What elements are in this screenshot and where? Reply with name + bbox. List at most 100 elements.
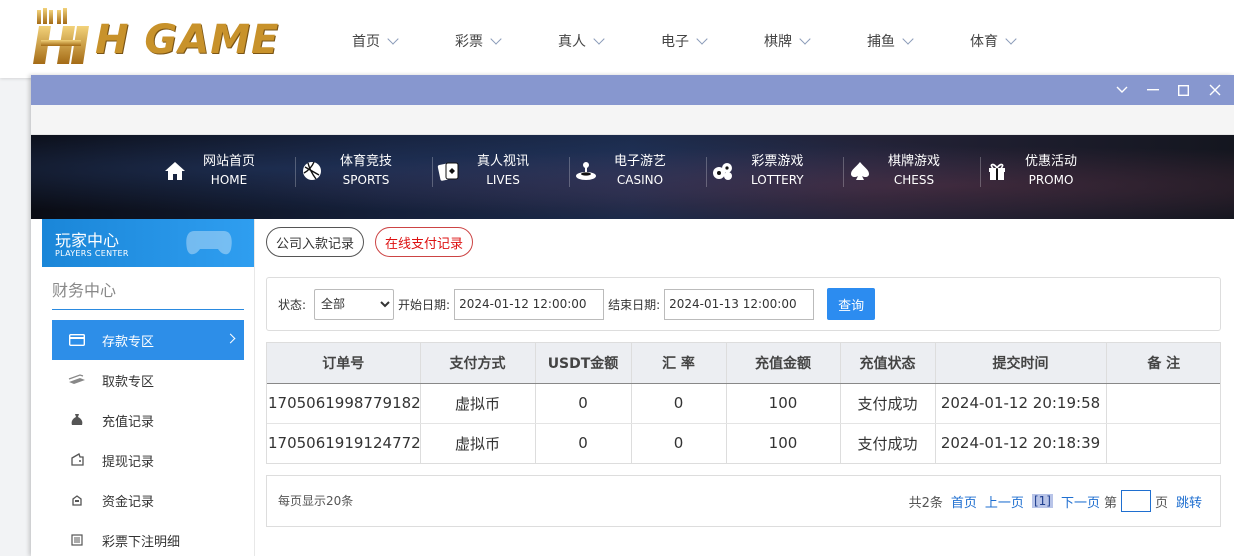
cash-icon — [68, 371, 86, 389]
finance-menu: 存款专区 取款专区 充值记录 提现记录 资金记录 彩票下注明细 — [42, 320, 254, 556]
chevron-down-icon — [1116, 86, 1127, 93]
total-count: 共2条 — [908, 495, 943, 511]
cell-exchange-rate: 0 — [631, 383, 727, 424]
banner-nav-home[interactable]: 网站首页 HOME — [159, 153, 296, 189]
goto-suffix: 页 — [1154, 495, 1168, 511]
cell-recharge-amount: 100 — [726, 383, 841, 424]
banner-nav-lottery[interactable]: 彩票游戏 LOTTERY — [706, 153, 844, 189]
window-titlebar[interactable] — [31, 75, 1234, 105]
minimize-button[interactable] — [1137, 75, 1168, 105]
cell-usdt-amount: 0 — [535, 383, 632, 424]
banner-nav-cn: 棋牌游戏 — [888, 154, 941, 169]
sidebar-item-withdraw[interactable]: 取款专区 — [52, 360, 244, 400]
player-center-subtitle: PLAYERS CENTER — [55, 249, 129, 258]
col-order-no: 订单号 — [267, 343, 421, 384]
logo[interactable]: H GAME — [33, 8, 303, 66]
top-nav-live[interactable]: 真人 — [558, 31, 661, 51]
banner-nav-en: LIVES — [486, 173, 520, 187]
banner-nav-cn: 网站首页 — [203, 154, 256, 169]
col-recharge-amount: 充值金额 — [726, 343, 841, 384]
cell-order-no: 1705061919124772 — [267, 423, 421, 463]
collapse-window-button[interactable] — [1106, 75, 1137, 105]
home-icon — [163, 159, 187, 183]
banner-nav-bar: 网站首页 HOME 体育竞技 SPORTS 真人视讯 LIVES 电子游艺 CASINO — [31, 135, 1234, 219]
banner-nav-cn: 真人视讯 — [477, 154, 530, 169]
tab-online-payment-records[interactable]: 在线支付记录 — [375, 227, 474, 257]
ball-icon — [300, 159, 324, 183]
start-date-input[interactable] — [454, 288, 605, 320]
banner-nav-en: LOTTERY — [751, 173, 804, 187]
top-nav-chess[interactable]: 棋牌 — [764, 31, 867, 51]
status-select[interactable]: 全部 — [314, 288, 395, 320]
start-date-label: 开始日期: — [398, 297, 451, 312]
first-page-link[interactable]: 首页 — [951, 492, 977, 511]
chevron-down-icon — [799, 33, 811, 45]
banner-nav-sports[interactable]: 体育竞技 SPORTS — [295, 153, 433, 189]
top-nav-label: 棋牌 — [764, 34, 792, 50]
sidebar-item-label: 提现记录 — [102, 454, 155, 470]
per-page-text: 每页显示20条 — [278, 494, 354, 508]
goto-page-input[interactable] — [1120, 490, 1151, 512]
records-table: 订单号 支付方式 USDT金额 汇 率 充值金额 充值状态 提交时间 备 注 1 — [266, 342, 1221, 464]
top-nav-label: 体育 — [970, 34, 998, 50]
coins-icon — [68, 491, 86, 509]
player-center-title: 玩家中心 — [55, 231, 120, 250]
next-page-link[interactable]: 下一页 — [1061, 492, 1100, 511]
banner-nav-chess[interactable]: 棋牌游戏 CHESS — [843, 153, 981, 189]
sidebar-item-fund-records[interactable]: 资金记录 — [52, 480, 244, 520]
cell-remark — [1106, 383, 1220, 424]
top-nav-electronic[interactable]: 电子 — [661, 31, 764, 51]
sidebar-item-label: 彩票下注明细 — [102, 534, 181, 550]
banner-nav-en: PROMO — [1028, 173, 1074, 187]
finance-center-title: 财务中心 — [52, 277, 244, 310]
sidebar-item-deposit[interactable]: 存款专区 — [52, 320, 244, 360]
banner-nav-lives[interactable]: 真人视讯 LIVES — [432, 153, 570, 189]
sidebar-item-lottery-bets[interactable]: 彩票下注明细 — [52, 520, 244, 556]
joystick-icon — [574, 159, 598, 183]
chevron-down-icon — [902, 33, 914, 45]
site-header: H GAME 首页 彩票 真人 电子 棋牌 捕鱼 体育 — [0, 0, 1234, 78]
lottery-balls-icon — [711, 159, 735, 183]
top-nav-lottery[interactable]: 彩票 — [455, 31, 558, 51]
banner-nav-cn: 体育竞技 — [340, 154, 393, 169]
chevron-down-icon — [593, 33, 605, 45]
cell-submit-time: 2024-01-12 20:19:58 — [935, 383, 1107, 424]
close-button[interactable] — [1199, 75, 1230, 105]
prev-page-link[interactable]: 上一页 — [985, 492, 1024, 511]
cell-usdt-amount: 0 — [535, 423, 632, 463]
banner-nav-en: HOME — [210, 173, 248, 187]
card-icon — [68, 331, 86, 349]
end-date-label: 结束日期: — [608, 297, 661, 312]
tab-company-deposit-records[interactable]: 公司入款记录 — [266, 227, 365, 257]
banner-nav-en: SPORTS — [342, 173, 390, 187]
top-nav-sports[interactable]: 体育 — [970, 31, 1073, 51]
chevron-down-icon — [490, 33, 502, 45]
top-nav-fishing[interactable]: 捕鱼 — [867, 31, 970, 51]
minimize-icon — [1146, 89, 1159, 91]
banner-nav-promo[interactable]: 优惠活动 PROMO — [980, 153, 1118, 189]
sidebar-item-recharge-records[interactable]: 充值记录 — [52, 400, 244, 440]
cell-payment-method: 虚拟币 — [420, 383, 536, 424]
cell-submit-time: 2024-01-12 20:18:39 — [935, 423, 1107, 463]
main-panel: 公司入款记录 在线支付记录 状态: 全部 开始日期: 结束日期: 查询 — [266, 219, 1234, 556]
spade-icon — [848, 159, 872, 183]
sidebar: 玩家中心 PLAYERS CENTER 财务中心 存款专区 取款专区 充值记录 — [42, 219, 255, 556]
sidebar-item-withdraw-records[interactable]: 提现记录 — [52, 440, 244, 480]
gift-icon — [985, 159, 1009, 183]
cell-order-no: 1705061998779182 — [267, 383, 421, 424]
jump-link[interactable]: 跳转 — [1176, 492, 1202, 511]
top-nav: 首页 彩票 真人 电子 棋牌 捕鱼 体育 — [352, 31, 1073, 51]
end-date-input[interactable] — [664, 288, 815, 320]
money-bag-icon — [68, 411, 86, 429]
maximize-button[interactable] — [1168, 75, 1199, 105]
banner-nav-casino[interactable]: 电子游艺 CASINO — [569, 153, 707, 189]
top-nav-label: 捕鱼 — [867, 34, 895, 50]
sidebar-item-label: 资金记录 — [102, 494, 155, 510]
top-nav-home[interactable]: 首页 — [352, 31, 455, 51]
banner-nav-cn: 优惠活动 — [1025, 154, 1078, 169]
col-usdt-amount: USDT金额 — [535, 343, 632, 384]
current-page: [1] — [1031, 494, 1053, 508]
col-submit-time: 提交时间 — [935, 343, 1107, 384]
top-nav-label: 彩票 — [455, 34, 483, 50]
query-button[interactable]: 查询 — [827, 288, 876, 320]
